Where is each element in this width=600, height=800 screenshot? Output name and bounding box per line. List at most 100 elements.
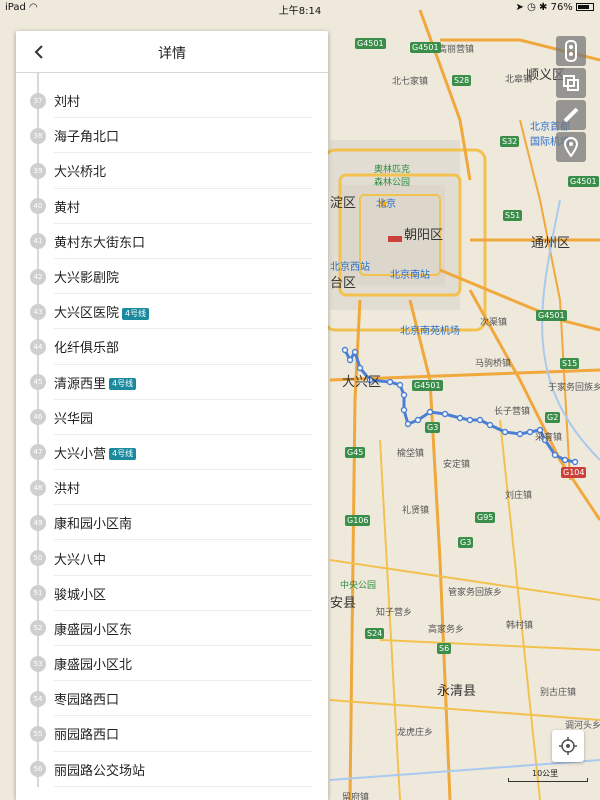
locate-button[interactable] <box>552 730 584 762</box>
stop-item[interactable]: 41 黄村东大街东口 <box>16 224 328 259</box>
map-label-beiqijia: 北七家镇 <box>392 77 429 87</box>
stop-name-text: 丽园路西口 <box>54 728 120 744</box>
stop-item[interactable]: 51 骏城小区 <box>16 576 328 611</box>
stop-number: 38 <box>30 127 46 144</box>
stop-item[interactable]: 55 丽园路西口 <box>16 716 328 752</box>
stop-name: 枣园路西口 <box>54 689 119 708</box>
stop-number: 49 <box>30 514 46 531</box>
traffic-light-icon <box>565 40 577 62</box>
map-label-majuqiao: 马驹桥镇 <box>475 359 512 369</box>
map-label-beigezhuang: 北皋镇 <box>505 75 533 85</box>
map-label-anding: 安定镇 <box>443 460 471 470</box>
stop-item[interactable]: 56 丽园路公交场站 <box>16 752 328 787</box>
stop-item[interactable]: 46 兴华园 <box>16 400 328 435</box>
stop-item[interactable]: 54 枣园路西口 <box>16 681 328 717</box>
shield-g3b: G3 <box>458 537 474 548</box>
stop-list[interactable]: 37 刘村 38 海子角北口 39 大兴桥北 40 黄村 41 黄村东大街东口 42 大兴影剧院 43 大… <box>16 73 328 787</box>
ruler-button[interactable] <box>556 100 586 130</box>
stop-item[interactable]: 44 化纤俱乐部 <box>16 329 328 365</box>
stop-name-text: 刘村 <box>54 95 81 111</box>
stop-name: 海子角北口 <box>54 126 119 145</box>
shield-s15: S15 <box>560 358 580 369</box>
map-scale-bar <box>508 778 588 782</box>
map-label-yufa: 榆垈镇 <box>397 449 425 459</box>
ruler-icon <box>563 107 579 123</box>
stop-number: 40 <box>30 198 46 215</box>
stop-item[interactable]: 43 大兴区医院 4号线 <box>16 294 328 330</box>
stop-item[interactable]: 49 康和园小区南 <box>16 505 328 541</box>
bluetooth-icon: ✱ <box>539 2 548 13</box>
status-bar: iPad ◠ 上午8:14 ➤ ◷ ✱ 76% <box>0 0 600 17</box>
stop-name-text: 大兴桥北 <box>54 165 107 181</box>
stop-name-text: 骏城小区 <box>54 587 107 603</box>
status-right: ➤ ◷ ✱ 76% <box>516 2 594 13</box>
subway-line-badge: 4号线 <box>122 307 150 320</box>
stop-name: 康盛园小区北 <box>54 654 132 673</box>
stop-item[interactable]: 47 大兴小营 4号线 <box>16 435 328 471</box>
map-label-yujiawu: 于家务回族乡 <box>548 383 600 393</box>
stop-number: 53 <box>30 655 46 672</box>
layers-button[interactable] <box>556 68 586 98</box>
shield-s28: S28 <box>452 75 472 86</box>
shield-g104: G104 <box>561 467 587 478</box>
stop-number: 44 <box>30 338 46 355</box>
stop-item[interactable]: 53 康盛园小区北 <box>16 646 328 682</box>
alarm-icon: ◷ <box>527 2 536 13</box>
stop-item[interactable]: 45 清源西里 4号线 <box>16 365 328 400</box>
stop-number: 52 <box>30 620 46 637</box>
stop-name-text: 大兴影剧院 <box>54 271 120 287</box>
stop-name: 大兴小营 4号线 <box>54 443 137 462</box>
shield-g4501e: G4501 <box>410 42 441 53</box>
stop-item[interactable]: 38 海子角北口 <box>16 118 328 154</box>
stop-name-text: 丽园路公交场站 <box>54 763 146 779</box>
stop-name-text: 洪村 <box>54 482 81 498</box>
shield-g4501c: G4501 <box>536 310 567 321</box>
map-label-liufang: 留府镇 <box>342 793 370 800</box>
stop-name-text: 大兴八中 <box>54 552 107 568</box>
stop-name: 大兴八中 <box>54 549 106 568</box>
map-label-longhu: 龙虎庄乡 <box>397 728 434 738</box>
stop-name-text: 大兴区医院 <box>54 306 120 322</box>
detail-panel: 详情 37 刘村 38 海子角北口 39 大兴桥北 40 黄村 41 黄村东大街东口 42 大兴影剧院… <box>16 31 328 800</box>
stop-name: 黄村 <box>54 197 80 216</box>
stop-item[interactable]: 40 黄村 <box>16 189 328 224</box>
battery-icon <box>576 3 594 11</box>
subway-line-badge: 4号线 <box>109 378 137 391</box>
stop-item[interactable]: 42 大兴影剧院 <box>16 259 328 295</box>
stop-item[interactable]: 48 洪村 <box>16 470 328 506</box>
stop-number: 42 <box>30 268 46 285</box>
stop-name-text: 清源西里 <box>54 376 107 392</box>
stop-name: 兴华园 <box>54 408 93 427</box>
crosshair-icon <box>559 737 577 755</box>
stop-number: 48 <box>30 479 46 496</box>
stop-item[interactable]: 39 大兴桥北 <box>16 153 328 189</box>
map-label-ciqu: 次渠镇 <box>480 318 508 328</box>
shield-g106: G106 <box>345 515 371 526</box>
map-label-changzi: 长子营镇 <box>494 407 531 417</box>
subway-line-badge: 4号线 <box>109 448 137 461</box>
stop-name: 大兴区医院 4号线 <box>54 302 150 322</box>
map-label-olympic: 奥林匹克森林公园 <box>374 165 411 188</box>
stop-number: 46 <box>30 409 46 426</box>
traffic-button[interactable] <box>556 36 586 66</box>
stop-number: 37 <box>30 92 46 109</box>
pin-button[interactable] <box>556 132 586 162</box>
map-pin-icon <box>563 137 579 157</box>
map-label-yongqing: 永清县 <box>437 684 477 699</box>
map-label-tongzhou: 通州区 <box>531 236 571 251</box>
stop-number: 41 <box>30 233 46 250</box>
shield-s51: S51 <box>503 210 523 221</box>
map-label-bieguzhuang: 别古庄镇 <box>540 688 577 698</box>
stop-number: 55 <box>30 725 46 742</box>
stop-number: 45 <box>30 374 46 391</box>
stop-name: 丽园路公交场站 <box>54 760 145 779</box>
stop-item[interactable]: 52 康盛园小区东 <box>16 611 328 646</box>
map-label-guanxiang: 管家务回族乡 <box>448 588 503 598</box>
map-label-gu-an-hu: 高家务乡 <box>428 625 465 635</box>
stop-number: 50 <box>30 550 46 567</box>
stop-item[interactable]: 37 刘村 <box>16 83 328 119</box>
stop-name-text: 黄村 <box>54 200 81 216</box>
stop-item[interactable]: 50 大兴八中 <box>16 540 328 576</box>
map-label-beijing-west: 北京西站 <box>330 262 370 273</box>
stop-name-text: 康和园小区南 <box>54 517 133 533</box>
